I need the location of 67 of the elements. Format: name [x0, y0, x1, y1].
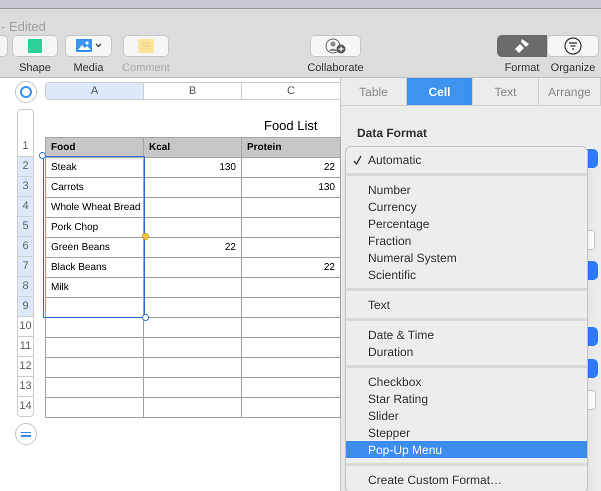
column-header[interactable]: B	[143, 82, 242, 100]
popup-button[interactable]	[587, 359, 598, 378]
row-header[interactable]: 1	[17, 137, 34, 157]
menu-item[interactable]: Currency	[346, 198, 587, 215]
menu-item[interactable]: Numeral System	[346, 249, 587, 266]
menu-item[interactable]: Pop-Up Menu	[346, 441, 587, 458]
inspector-tab[interactable]: Arrange	[539, 78, 601, 105]
square-icon	[28, 39, 42, 53]
filter-icon	[564, 37, 582, 55]
image-icon	[76, 39, 102, 53]
menu-item[interactable]: Star Rating	[346, 390, 587, 407]
row-header[interactable]: 8	[17, 277, 34, 297]
row-header[interactable]: 3	[17, 177, 34, 197]
corner-header	[17, 109, 34, 137]
menu-item[interactable]: Duration	[346, 343, 587, 360]
add-person-icon	[324, 38, 346, 54]
column-header[interactable]: A	[45, 82, 144, 100]
row-header[interactable]: 12	[17, 357, 34, 377]
row-header[interactable]: 2	[17, 157, 34, 177]
note-icon	[138, 39, 154, 53]
toolbar-label: Shape	[19, 61, 51, 76]
header-cell: Food	[45, 137, 144, 158]
popup-button[interactable]	[587, 261, 598, 280]
menu-item[interactable]: Text	[346, 296, 587, 313]
toolbar-label: Organize	[550, 61, 596, 76]
menu-item[interactable]: Date & Time	[346, 326, 587, 343]
row-header[interactable]: 4	[17, 197, 34, 217]
row-header[interactable]: 10	[17, 317, 34, 337]
menu-item[interactable]: Checkbox	[346, 373, 587, 390]
popup-button[interactable]	[587, 327, 598, 346]
menu-item[interactable]: Create Custom Format…	[346, 471, 587, 488]
menu-item[interactable]: Fraction	[346, 232, 587, 249]
row-header[interactable]: 7	[17, 257, 34, 277]
row-header[interactable]: 14	[17, 397, 34, 417]
header-cell: Protein	[241, 137, 341, 158]
collaborate-button[interactable]	[310, 35, 361, 57]
media-button[interactable]	[65, 35, 112, 57]
shape-button[interactable]	[12, 35, 58, 57]
toolbar-label: Media	[74, 61, 104, 76]
row-header[interactable]: 5	[17, 217, 34, 237]
table-select-handle[interactable]	[15, 81, 37, 103]
menu-item[interactable]: Percentage	[346, 215, 587, 232]
selection-handle[interactable]	[39, 152, 46, 159]
section-title: Data Format	[357, 125, 428, 142]
menu-item[interactable]: Automatic	[346, 151, 587, 168]
header-cell: Kcal	[143, 137, 242, 158]
row-header[interactable]: 9	[17, 297, 34, 317]
column-header[interactable]: C	[241, 82, 341, 100]
paintbrush-icon	[514, 38, 530, 54]
table-title: Food List	[264, 117, 318, 135]
row-header[interactable]: 13	[17, 377, 34, 397]
inspector-tab[interactable]: Cell	[407, 78, 473, 105]
window-title: - Edited	[1, 18, 46, 36]
menu-item[interactable]: Slider	[346, 407, 587, 424]
checkmark-icon	[353, 155, 362, 165]
toolbar-label: Collaborate	[307, 61, 364, 76]
row-header[interactable]: 6	[17, 237, 34, 257]
toolbar-label: Format	[504, 61, 540, 76]
inspector-tab[interactable]: Text	[473, 78, 539, 105]
row-header[interactable]: 11	[17, 337, 34, 357]
add-row-button[interactable]	[15, 423, 37, 445]
menu-item[interactable]: Scientific	[346, 266, 587, 283]
format-button[interactable]	[497, 35, 547, 57]
popup-button[interactable]	[587, 149, 598, 168]
menu-item[interactable]: Number	[346, 181, 587, 198]
menu-item[interactable]: Stepper	[346, 424, 587, 441]
organize-button[interactable]	[547, 35, 599, 57]
